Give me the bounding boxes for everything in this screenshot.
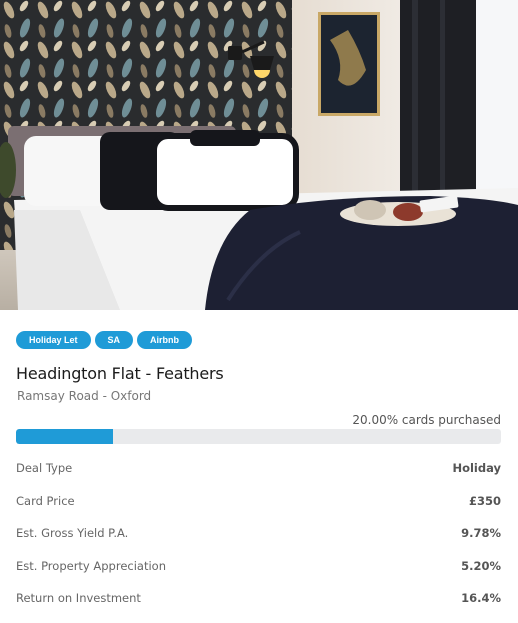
detail-row-appreciation: Est. Property Appreciation 5.20% (16, 550, 501, 583)
progress-fill (16, 429, 113, 444)
property-card[interactable]: Holiday Let SA Airbnb Headington Flat - … (0, 0, 518, 623)
details-list: Deal Type Holiday Card Price £350 Est. G… (16, 452, 501, 615)
progress-bar (16, 429, 501, 444)
detail-row-card-price: Card Price £350 (16, 485, 501, 518)
progress-label: 20.00% cards purchased (352, 413, 501, 427)
detail-label: Return on Investment (16, 591, 141, 606)
tag-airbnb[interactable]: Airbnb (137, 331, 193, 349)
detail-row-roi: Return on Investment 16.4% (16, 582, 501, 615)
property-location: Ramsay Road - Oxford (17, 389, 152, 403)
detail-row-deal-type: Deal Type Holiday (16, 452, 501, 485)
detail-value: £350 (468, 493, 501, 508)
property-title[interactable]: Headington Flat - Feathers (16, 364, 224, 383)
tag-list: Holiday Let SA Airbnb (16, 331, 193, 349)
detail-row-gross-yield: Est. Gross Yield P.A. 9.78% (16, 517, 501, 550)
detail-value: 5.20% (461, 558, 501, 573)
detail-value: Holiday (452, 461, 501, 476)
detail-label: Est. Property Appreciation (16, 558, 167, 573)
detail-label: Est. Gross Yield P.A. (16, 526, 129, 541)
tag-holiday-let[interactable]: Holiday Let (16, 331, 91, 349)
detail-label: Deal Type (16, 461, 73, 476)
detail-label: Card Price (16, 493, 75, 508)
tag-sa[interactable]: SA (94, 331, 134, 349)
detail-value: 9.78% (461, 526, 501, 541)
property-photo[interactable] (0, 0, 518, 310)
detail-value: 16.4% (461, 591, 501, 606)
